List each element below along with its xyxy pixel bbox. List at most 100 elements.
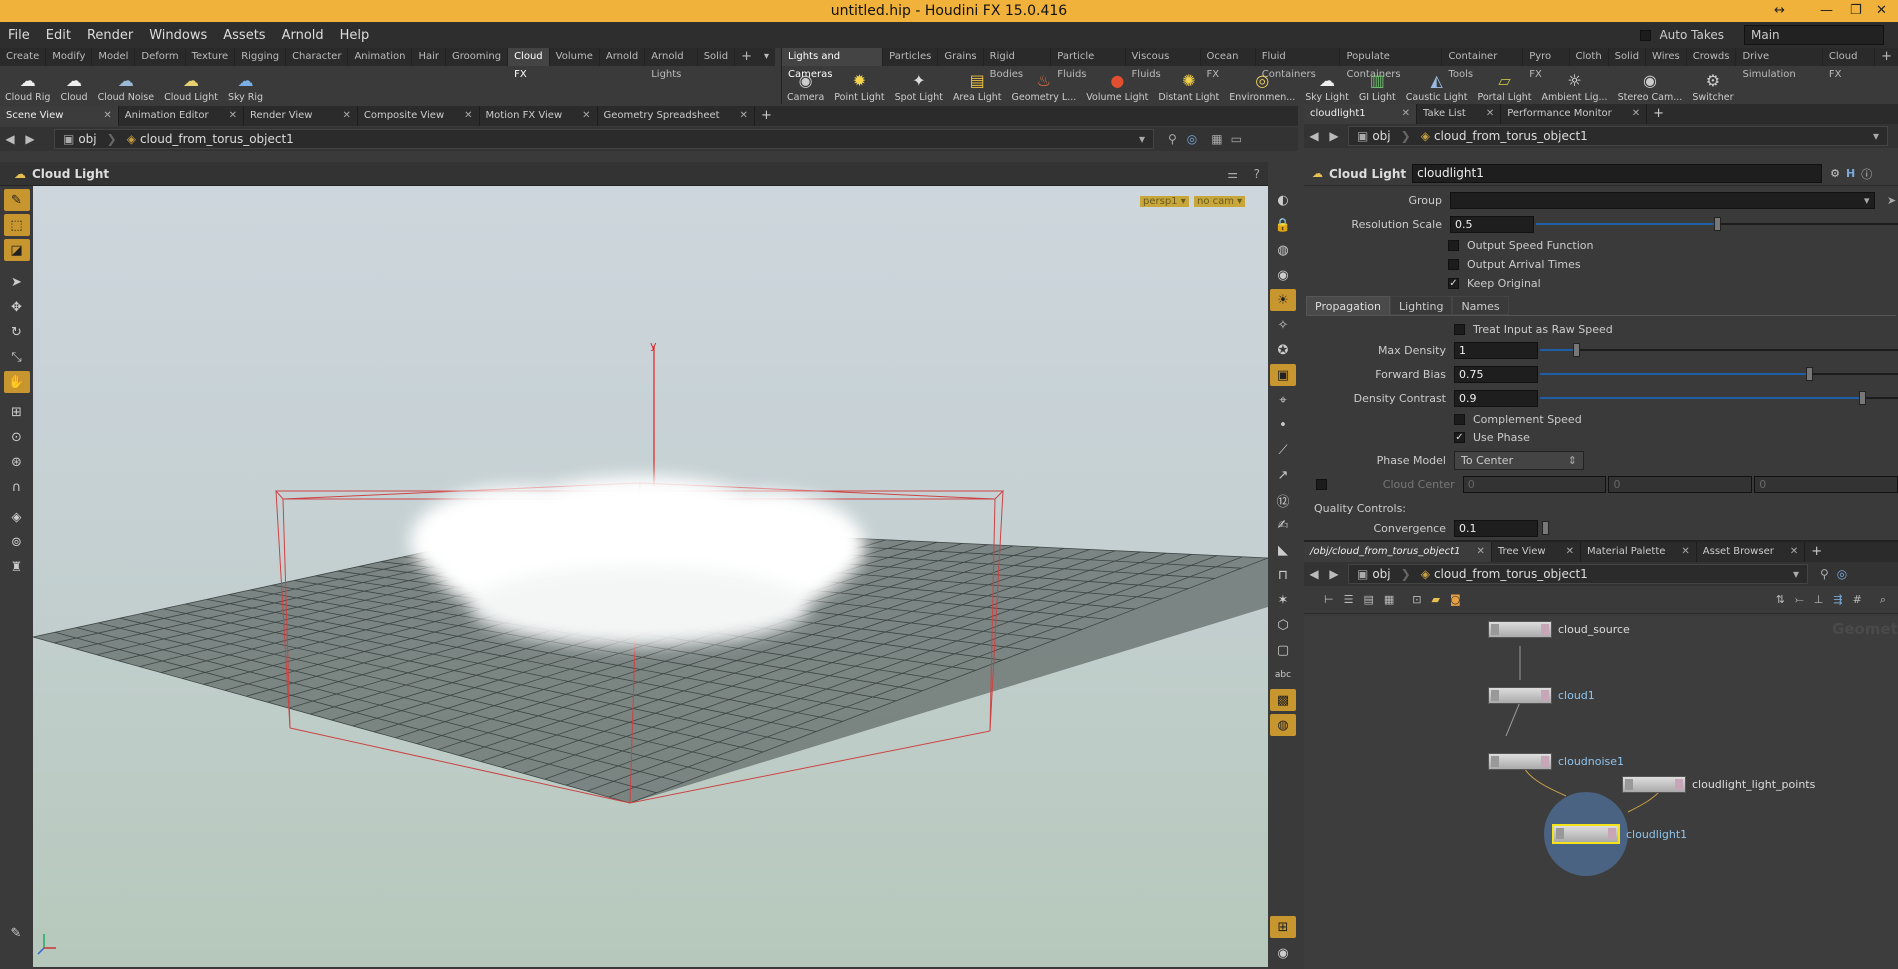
- shelf-tab-solid-r[interactable]: Solid: [1609, 48, 1647, 66]
- secure-selection-icon[interactable]: ◪: [3, 239, 30, 261]
- add-shelf-right-icon[interactable]: +: [1875, 48, 1898, 66]
- scale-tool-icon[interactable]: ⤡: [4, 346, 30, 368]
- select-tool-icon[interactable]: ➤: [4, 271, 30, 293]
- wire-style-icon[interactable]: ⤚: [1795, 593, 1804, 607]
- menu-render[interactable]: Render: [79, 28, 141, 43]
- shelf-tab-populate-containers[interactable]: Populate Containers: [1340, 48, 1443, 80]
- shelf-tab-model[interactable]: Model: [92, 48, 136, 66]
- tool-cloud[interactable]: ☁ Cloud: [55, 66, 92, 104]
- handle-tool-icon[interactable]: ✎: [3, 189, 30, 211]
- use-phase-checkbox[interactable]: ✓: [1454, 431, 1465, 443]
- network-editor[interactable]: Geometr cloud_source cloud1 cloudnoise1 …: [1304, 616, 1898, 969]
- density-contrast-knob[interactable]: [1859, 391, 1867, 405]
- tool-distant-light[interactable]: ✺ Distant Light: [1153, 66, 1224, 104]
- convergence-field[interactable]: 0.1: [1454, 519, 1538, 537]
- close-tab-icon[interactable]: ✕: [464, 106, 472, 126]
- close-tab-icon[interactable]: ✕: [1566, 542, 1574, 562]
- tab-material-palette[interactable]: Material Palette ✕: [1581, 542, 1697, 562]
- camera-menu-nocam[interactable]: no cam ▾: [1194, 196, 1246, 207]
- node-cloudlight-light-points[interactable]: cloudlight_light_points: [1622, 776, 1815, 793]
- close-tab-icon[interactable]: ✕: [229, 106, 237, 126]
- path-object[interactable]: cloud_from_torus_object1: [1434, 129, 1588, 143]
- text-labels-icon[interactable]: abc: [1270, 664, 1296, 686]
- view-tool-icon[interactable]: ✋: [3, 371, 30, 393]
- add-tab-icon[interactable]: +: [755, 106, 778, 126]
- tool-gi-light[interactable]: ▥ GI Light: [1354, 66, 1401, 104]
- tool-caustic-light[interactable]: ◭ Caustic Light: [1401, 66, 1473, 104]
- subtab-lighting[interactable]: Lighting: [1389, 296, 1453, 315]
- param-breadcrumb[interactable]: ▣ obj ❯ ◈ cloud_from_torus_object1 ▾: [1348, 126, 1888, 146]
- shelf-tab-rigid-bodies[interactable]: Rigid Bodies: [984, 48, 1052, 80]
- minimize-icon[interactable]: —: [1820, 0, 1833, 22]
- snap-icon[interactable]: ✶: [1270, 589, 1296, 611]
- resolution-scale-field[interactable]: 0.5: [1450, 215, 1534, 233]
- output-arrival-checkbox[interactable]: [1448, 258, 1459, 270]
- tool-cloud-rig[interactable]: ☁ Cloud Rig: [0, 66, 55, 104]
- image-icon[interactable]: ▩: [1270, 689, 1296, 711]
- normals-icon[interactable]: ⟋: [1270, 439, 1296, 461]
- shelf-tab-rigging[interactable]: Rigging: [235, 48, 287, 66]
- shelf-tab-grains[interactable]: Grains: [938, 48, 984, 66]
- shelf-tab-solid[interactable]: Solid: [698, 48, 736, 66]
- numbers-icon[interactable]: ⑫: [1270, 489, 1296, 511]
- help-icon[interactable]: ?: [1254, 167, 1260, 181]
- path-root[interactable]: obj: [1372, 129, 1390, 143]
- shelf-tab-fluid-containers[interactable]: Fluid Containers: [1256, 48, 1341, 80]
- tool-switcher[interactable]: ⚙ Switcher: [1687, 66, 1738, 104]
- tool-stereo-camera[interactable]: ◉ Stereo Cam...: [1613, 66, 1688, 104]
- tab-scene-view[interactable]: Scene View ✕: [0, 106, 119, 126]
- points-icon[interactable]: •: [1270, 414, 1296, 436]
- tool-sky-rig[interactable]: ☁ Sky Rig: [223, 66, 268, 104]
- tree-icon[interactable]: ⊢: [1324, 593, 1334, 606]
- shelf-tab-crowds[interactable]: Crowds: [1687, 48, 1737, 66]
- hull-icon[interactable]: ⊓: [1270, 564, 1296, 586]
- hscript-icon[interactable]: H: [1846, 167, 1855, 180]
- close-icon[interactable]: ✕: [1876, 0, 1887, 22]
- flipbook-icon[interactable]: ⊚: [4, 531, 30, 553]
- group-field[interactable]: [1450, 191, 1875, 209]
- vectors-icon[interactable]: ↗: [1270, 464, 1296, 486]
- tool-camera[interactable]: ◉ Camera: [782, 66, 829, 104]
- layout-icon[interactable]: ▦: [1211, 132, 1222, 146]
- back-arrow-icon[interactable]: ◀: [0, 132, 20, 146]
- menu-file[interactable]: File: [0, 28, 38, 43]
- lights-icon[interactable]: ✧: [1270, 314, 1296, 336]
- keep-original-checkbox[interactable]: ✓: [1448, 277, 1459, 289]
- node-box[interactable]: [1488, 753, 1552, 770]
- headlight-icon[interactable]: ✪: [1270, 339, 1296, 361]
- textures-icon[interactable]: ⌖: [1270, 389, 1296, 411]
- close-tab-icon[interactable]: ✕: [103, 106, 111, 126]
- convergence-knob[interactable]: [1542, 521, 1549, 535]
- path-dropdown-icon[interactable]: ▾: [1139, 132, 1145, 146]
- tool-geometry-light[interactable]: ♨ Geometry L...: [1007, 66, 1082, 104]
- node-cloud-source[interactable]: cloud_source: [1488, 621, 1630, 638]
- max-density-slider[interactable]: [1540, 343, 1898, 357]
- snap-prim-icon[interactable]: ⊙: [4, 426, 30, 448]
- close-tab-icon[interactable]: ✕: [1402, 104, 1410, 124]
- shelf-tab-particles[interactable]: Particles: [883, 48, 939, 66]
- edge-icon[interactable]: ⬡: [1270, 614, 1296, 636]
- network-grid-icon[interactable]: #: [1853, 593, 1862, 606]
- flow-icon[interactable]: ⇶: [1833, 593, 1842, 606]
- maximize-pane-icon[interactable]: ▭: [1231, 132, 1242, 146]
- pin-icon[interactable]: ⚲: [1168, 132, 1177, 146]
- tool-volume-light[interactable]: ● Volume Light: [1081, 66, 1153, 104]
- path-root[interactable]: obj: [78, 132, 96, 146]
- node-box[interactable]: [1488, 687, 1552, 704]
- complement-speed-checkbox[interactable]: [1454, 413, 1465, 425]
- close-tab-icon[interactable]: ✕: [582, 106, 590, 126]
- rotate-tool-icon[interactable]: ↻: [4, 321, 30, 343]
- desktop-select[interactable]: Main: [1744, 25, 1884, 45]
- tab-cloudlight1[interactable]: cloudlight1 ✕: [1304, 104, 1417, 124]
- background-icon[interactable]: ▣: [1270, 364, 1296, 386]
- resolution-scale-knob[interactable]: [1714, 217, 1721, 231]
- back-arrow-icon[interactable]: ◀: [1304, 129, 1324, 143]
- lock-camera-icon[interactable]: 🔒: [1270, 214, 1296, 236]
- display-icon[interactable]: ◉: [1270, 264, 1296, 286]
- shelf-tab-ocean-fx[interactable]: Ocean FX: [1201, 48, 1256, 80]
- forward-bias-field[interactable]: 0.75: [1454, 365, 1538, 383]
- subtab-names[interactable]: Names: [1452, 296, 1509, 315]
- shelf-tab-character[interactable]: Character: [286, 48, 349, 66]
- shelf-tab-lights-cameras[interactable]: Lights and Cameras: [782, 48, 884, 80]
- shelf-tab-texture[interactable]: Texture: [186, 48, 236, 66]
